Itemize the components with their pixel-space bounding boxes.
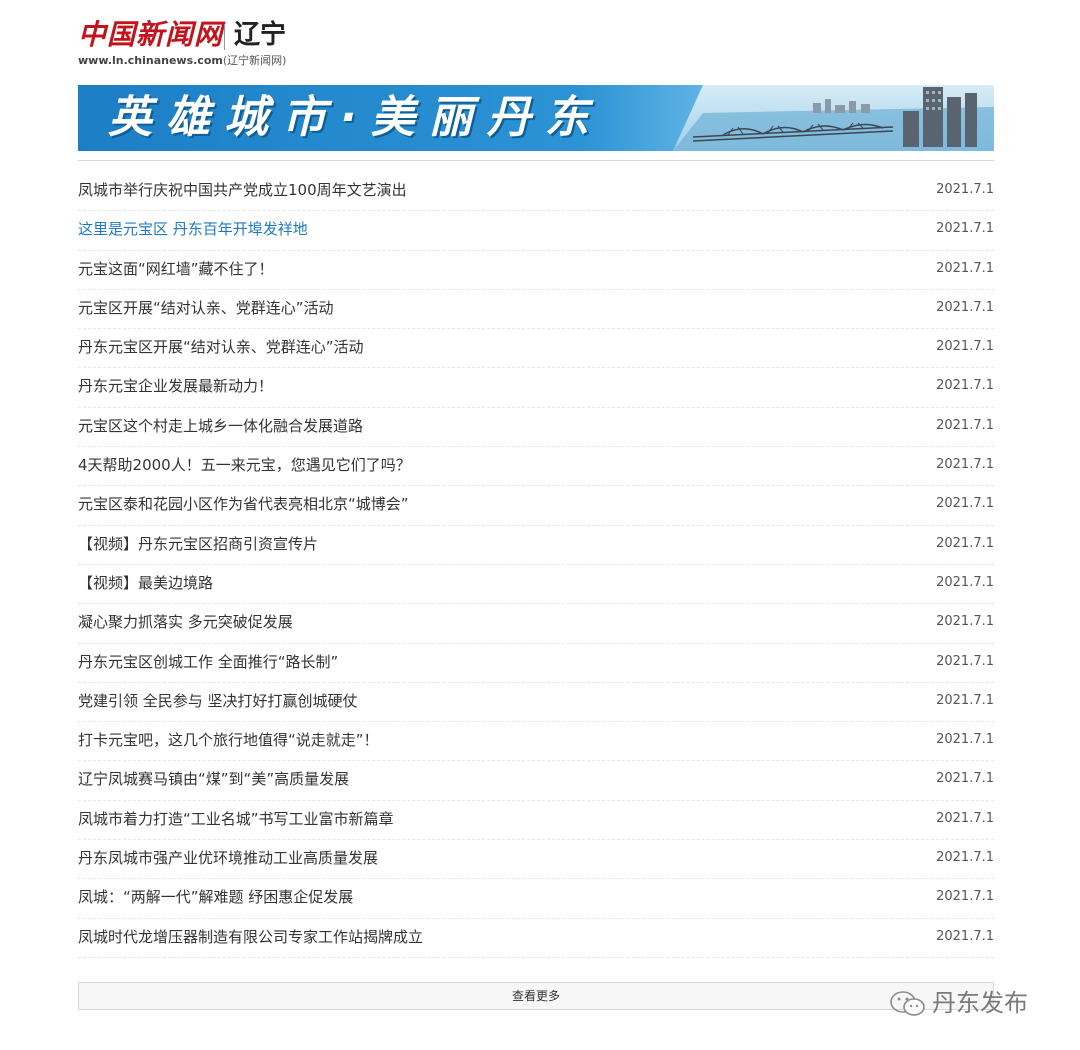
news-title-link[interactable]: 党建引领 全民参与 坚决打好打赢创城硬仗 — [78, 691, 358, 711]
city-bridge-illustration — [673, 85, 994, 151]
region-name: 辽宁 — [234, 20, 287, 50]
news-item: 凤城：“两解一代”解难题 纾困惠企促发展 2021.7.1 — [78, 879, 994, 919]
news-item: 凝心聚力抓落实 多元突破促发展 2021.7.1 — [78, 604, 994, 644]
news-date: 2021.7.1 — [936, 889, 994, 905]
news-item: 元宝区这个村走上城乡一体化融合发展道路 2021.7.1 — [78, 408, 994, 448]
news-date: 2021.7.1 — [936, 850, 994, 866]
news-date: 2021.7.1 — [936, 732, 994, 748]
news-title-link[interactable]: 这里是元宝区 丹东百年开埠发祥地 — [78, 219, 308, 239]
news-item: 丹东元宝区开展“结对认亲、党群连心”活动 2021.7.1 — [78, 329, 994, 369]
news-title-link[interactable]: 凤城时代龙增压器制造有限公司专家工作站揭牌成立 — [78, 927, 423, 947]
news-date: 2021.7.1 — [936, 417, 994, 433]
news-item: 打卡元宝吧，这几个旅行地值得“说走就走”！ 2021.7.1 — [78, 722, 994, 762]
news-title-link[interactable]: 元宝区这个村走上城乡一体化融合发展道路 — [78, 416, 363, 436]
news-date: 2021.7.1 — [936, 221, 994, 237]
news-title-link[interactable]: 【视频】最美边境路 — [78, 573, 213, 593]
news-date: 2021.7.1 — [936, 378, 994, 394]
wechat-icon — [890, 991, 925, 1016]
news-title-link[interactable]: 丹东元宝企业发展最新动力！ — [78, 376, 273, 396]
news-date: 2021.7.1 — [936, 339, 994, 355]
news-item: 凤城市举行庆祝中国共产党成立100周年文艺演出 2021.7.1 — [78, 172, 994, 212]
news-title-link[interactable]: 凤城：“两解一代”解难题 纾困惠企促发展 — [78, 887, 353, 907]
news-date: 2021.7.1 — [936, 299, 994, 315]
site-url: www.ln.chinanews.com(辽宁新闻网) — [78, 54, 286, 68]
news-item: 党建引领 全民参与 坚决打好打赢创城硬仗 2021.7.1 — [78, 683, 994, 723]
news-date: 2021.7.1 — [936, 182, 994, 197]
news-date: 2021.7.1 — [936, 574, 994, 590]
news-item: 丹东元宝区创城工作 全面推行“路长制” 2021.7.1 — [78, 644, 994, 683]
news-date: 2021.7.1 — [936, 496, 994, 512]
news-date: 2021.7.1 — [936, 260, 994, 276]
news-date: 2021.7.1 — [936, 692, 994, 708]
news-date: 2021.7.1 — [936, 614, 994, 630]
news-date: 2021.7.1 — [936, 810, 994, 826]
news-title-link[interactable]: 元宝区泰和花园小区作为省代表亮相北京“城博会” — [78, 494, 409, 514]
news-item: 辽宁凤城赛马镇由“煤”到“美”高质量发展 2021.7.1 — [78, 761, 994, 801]
news-item: 凤城市着力打造“工业名城”书写工业富市新篇章 2021.7.1 — [78, 801, 994, 841]
news-title-link[interactable]: 凤城市举行庆祝中国共产党成立100周年文艺演出 — [78, 180, 407, 200]
news-item: 元宝这面“网红墙”藏不住了！ 2021.7.1 — [78, 251, 994, 290]
news-item: 丹东凤城市强产业优环境推动工业高质量发展 2021.7.1 — [78, 840, 994, 880]
news-date: 2021.7.1 — [936, 457, 994, 473]
banner: 英雄城市·美丽丹东 — [78, 85, 994, 151]
news-item: 元宝区开展“结对认亲、党群连心”活动 2021.7.1 — [78, 290, 994, 330]
site-url-suffix: (辽宁新闻网) — [222, 54, 287, 67]
news-title-link[interactable]: 丹东凤城市强产业优环境推动工业高质量发展 — [78, 848, 378, 868]
site-logo[interactable]: 中国新闻网 — [78, 18, 223, 52]
news-item: 元宝区泰和花园小区作为省代表亮相北京“城博会” 2021.7.1 — [78, 486, 994, 526]
news-date: 2021.7.1 — [936, 928, 994, 944]
view-more-button[interactable]: 查看更多 — [78, 982, 994, 1010]
news-item: 丹东元宝企业发展最新动力！ 2021.7.1 — [78, 368, 994, 408]
news-title-link[interactable]: 辽宁凤城赛马镇由“煤”到“美”高质量发展 — [78, 769, 349, 789]
news-title-link[interactable]: 凤城市着力打造“工业名城”书写工业富市新篇章 — [78, 809, 394, 829]
news-list: 凤城市举行庆祝中国共产党成立100周年文艺演出 2021.7.1 这里是元宝区 丹东… — [78, 172, 994, 958]
site-header: 中国新闻网 辽宁 www.ln.chinanews.com(辽宁新闻网) — [78, 18, 378, 70]
news-title-link[interactable]: 凝心聚力抓落实 多元突破促发展 — [78, 612, 293, 632]
news-item: 【视频】最美边境路 2021.7.1 — [78, 565, 994, 605]
site-url-domain: www.ln.chinanews.com — [78, 54, 223, 67]
news-date: 2021.7.1 — [936, 535, 994, 551]
news-title-link[interactable]: 丹东元宝区创城工作 全面推行“路长制” — [78, 652, 338, 672]
banner-title: 英雄城市·美丽丹东 — [108, 92, 603, 143]
news-item: 4天帮助2000人！五一来元宝，您遇见它们了吗？ 2021.7.1 — [78, 447, 994, 487]
news-title-link[interactable]: 打卡元宝吧，这几个旅行地值得“说走就走”！ — [78, 730, 379, 750]
header-divider — [78, 160, 994, 161]
news-title-link[interactable]: 【视频】丹东元宝区招商引资宣传片 — [78, 534, 318, 554]
news-title-link[interactable]: 丹东元宝区开展“结对认亲、党群连心”活动 — [78, 337, 364, 357]
wechat-watermark: 丹东发布 — [888, 985, 1028, 1021]
logo-divider — [224, 24, 225, 50]
news-title-link[interactable]: 元宝区开展“结对认亲、党群连心”活动 — [78, 298, 334, 318]
news-title-link[interactable]: 4天帮助2000人！五一来元宝，您遇见它们了吗？ — [78, 455, 411, 475]
news-title-link[interactable]: 元宝这面“网红墙”藏不住了！ — [78, 259, 274, 279]
news-item: 凤城时代龙增压器制造有限公司专家工作站揭牌成立 2021.7.1 — [78, 919, 994, 958]
news-item: 这里是元宝区 丹东百年开埠发祥地 2021.7.1 — [78, 211, 994, 251]
news-date: 2021.7.1 — [936, 653, 994, 669]
news-item: 【视频】丹东元宝区招商引资宣传片 2021.7.1 — [78, 526, 994, 565]
news-date: 2021.7.1 — [936, 771, 994, 787]
watermark-text: 丹东发布 — [932, 989, 1028, 1017]
